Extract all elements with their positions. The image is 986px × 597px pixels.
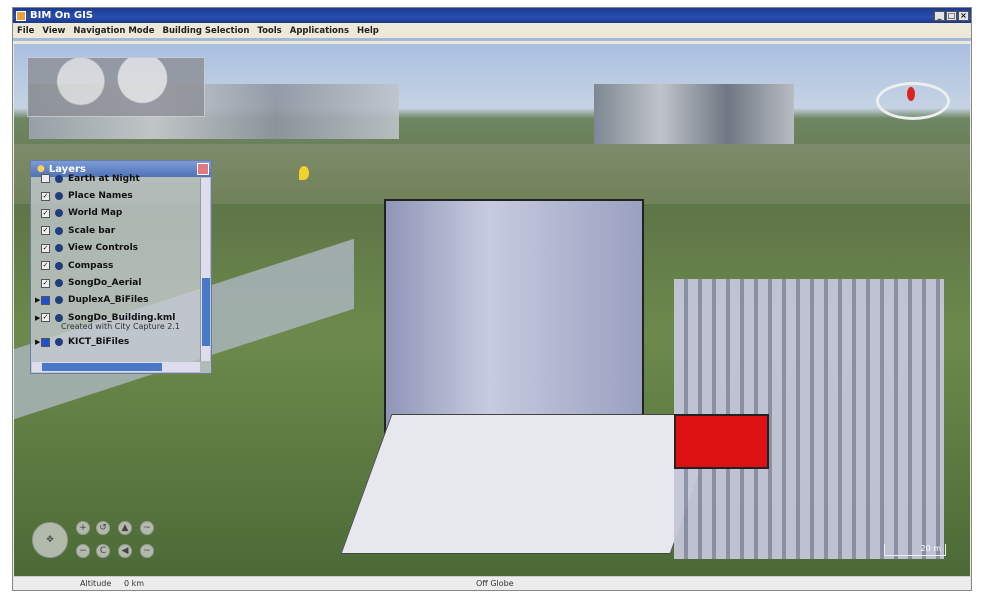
placemark-pin-icon[interactable]: [299, 166, 309, 180]
layer-checkbox[interactable]: [41, 174, 50, 184]
layer-label: DuplexA_BiFiles: [68, 295, 149, 306]
zoom-in-button[interactable]: +: [76, 521, 90, 535]
layer-label: Scale bar: [68, 225, 116, 236]
minimize-button[interactable]: _: [934, 10, 945, 21]
globe-icon: [55, 338, 63, 347]
globe-icon: [55, 261, 63, 270]
layer-item[interactable]: ✓ Compass: [31, 257, 211, 274]
position-readout: Off Globe: [476, 579, 514, 588]
globe-icon: [55, 279, 63, 288]
rotate-left-button[interactable]: ↺: [96, 521, 110, 535]
vertical-scrollbar[interactable]: [200, 178, 210, 361]
menu-building-selection[interactable]: Building Selection: [162, 26, 249, 36]
horizontal-scrollbar[interactable]: [32, 362, 200, 372]
globe-icon: [55, 209, 63, 218]
layer-checkbox[interactable]: ✓: [41, 313, 50, 323]
globe-3d-view[interactable]: ✥ + ↺ ▲ ~ − C ◀ ~ 20 m ● Layers Earth at…: [14, 44, 970, 576]
menu-bar: File View Navigation Mode Building Selec…: [13, 23, 971, 41]
layer-label: Earth at Night: [68, 173, 140, 184]
tilt-up-button[interactable]: ▲: [118, 521, 132, 535]
zoom-out-button[interactable]: −: [76, 544, 90, 558]
globe-icon: [55, 296, 63, 305]
layer-item[interactable]: ▶ DuplexA_BiFiles: [31, 292, 211, 309]
globe-icon: [55, 192, 63, 201]
layer-checkbox[interactable]: ✓: [41, 208, 50, 218]
layer-checkbox[interactable]: ✓: [41, 278, 50, 288]
menu-applications[interactable]: Applications: [290, 26, 349, 36]
altitude-value: 0 km: [124, 579, 145, 588]
layer-checkbox[interactable]: ✓: [41, 261, 50, 271]
layer-item[interactable]: ✓ View Controls: [31, 240, 211, 257]
layer-checkbox[interactable]: ✓: [41, 226, 50, 236]
tilt-down-button[interactable]: ◀: [118, 544, 132, 558]
title-bar: BIM On GIS _ □ ×: [13, 8, 971, 23]
layer-item[interactable]: ▶ ✓ SongDo_Building.kml: [31, 309, 211, 326]
layer-label: View Controls: [68, 243, 139, 254]
compass-icon[interactable]: [876, 82, 950, 120]
layer-item[interactable]: ✓ Scale bar: [31, 222, 211, 239]
layer-item[interactable]: ✓ Place Names: [31, 187, 211, 204]
layer-label: KICT_BiFiles: [68, 337, 130, 348]
close-button[interactable]: ×: [958, 10, 969, 21]
altitude-label: Altitude: [80, 579, 112, 588]
world-map-overview[interactable]: [27, 57, 205, 117]
menu-view[interactable]: View: [42, 26, 65, 36]
layer-item[interactable]: Earth at Night: [31, 170, 211, 187]
view-control-icon[interactable]: ~: [140, 521, 154, 535]
app-icon: [16, 10, 26, 21]
layer-checkbox[interactable]: [41, 295, 50, 305]
pan-control-icon[interactable]: ✥: [32, 522, 68, 558]
layer-item[interactable]: ✓ SongDo_Aerial: [31, 274, 211, 291]
menu-tools[interactable]: Tools: [257, 26, 281, 36]
rotate-right-button[interactable]: C: [96, 544, 110, 558]
reset-view-button[interactable]: ~: [140, 544, 154, 558]
layer-label: Compass: [68, 260, 114, 271]
globe-icon: [55, 226, 63, 235]
layer-item[interactable]: ✓ World Map: [31, 205, 211, 222]
globe-icon: [55, 174, 63, 183]
layer-label: Place Names: [68, 191, 133, 202]
layer-checkbox[interactable]: ✓: [41, 243, 50, 253]
window-title: BIM On GIS: [30, 10, 94, 21]
layer-checkbox[interactable]: [41, 337, 50, 347]
layers-panel: ● Layers Earth at Night ✓ Place Names ✓ Worl…: [30, 160, 212, 374]
maximize-button[interactable]: □: [946, 10, 957, 21]
app-window: BIM On GIS _ □ × File View Navigation Mo…: [12, 7, 972, 591]
layer-label: SongDo_Aerial: [68, 278, 142, 289]
layer-label: World Map: [68, 208, 123, 219]
menu-file[interactable]: File: [17, 26, 34, 36]
status-bar: Altitude 0 km Off Globe: [14, 576, 970, 590]
menu-navigation-mode[interactable]: Navigation Mode: [73, 26, 154, 36]
layer-item[interactable]: ▶ KICT_BiFiles: [31, 334, 211, 351]
layer-label: SongDo_Building.kml: [68, 312, 176, 323]
globe-icon: [55, 313, 63, 322]
layer-checkbox[interactable]: ✓: [41, 191, 50, 201]
menu-help[interactable]: Help: [357, 26, 379, 36]
scale-bar: 20 m: [884, 544, 946, 556]
globe-icon: [55, 244, 63, 253]
